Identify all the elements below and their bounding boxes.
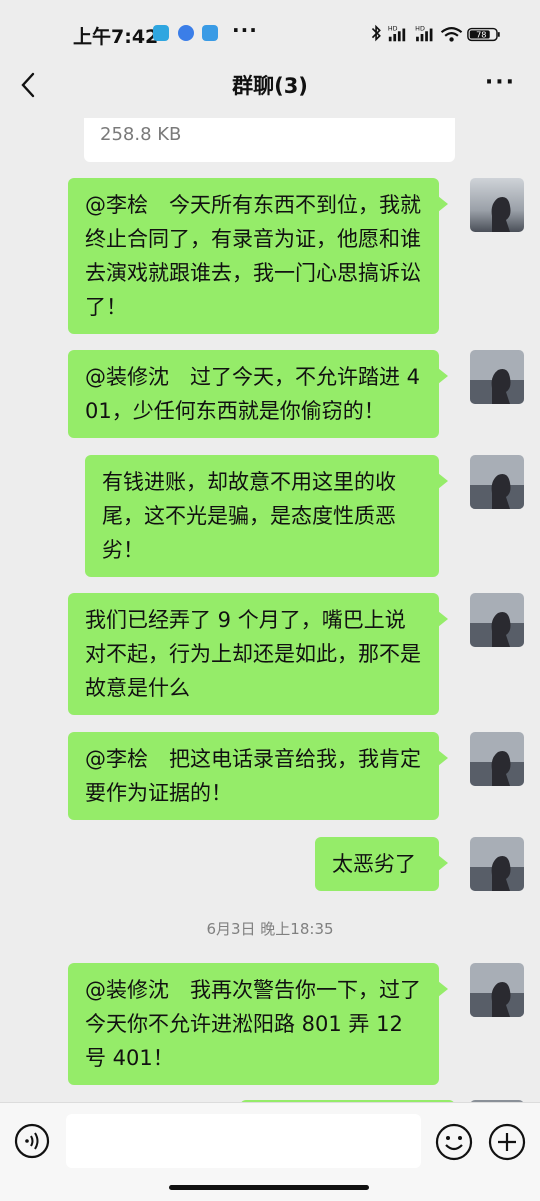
message-bubble[interactable]: @李桧 把这电话录音给我，我肯定要作为证据的！ (68, 732, 448, 820)
notification-photo-icon (202, 25, 218, 41)
message-bubble[interactable]: 太恶劣了 (315, 837, 448, 891)
signal-icon-2: HD (415, 25, 433, 42)
wifi-icon (440, 27, 463, 42)
bluetooth-icon (371, 24, 381, 42)
chat-timestamp: 6月3日 晚上18:35 (206, 920, 334, 938)
status-icons: HD HD 78 (371, 24, 500, 42)
avatar[interactable] (470, 732, 524, 786)
notification-settings-icon (178, 25, 194, 41)
status-bar: 上午7:42 ··· HD HD 78 (0, 0, 540, 66)
avatar[interactable] (470, 350, 524, 404)
message-bubble[interactable]: 我们已经弄了 9 个月了，嘴巴上说对不起，行为上却还是如此，那不是故意是什么 (68, 593, 448, 715)
home-indicator (169, 1185, 369, 1190)
battery-icon: 78 (467, 27, 500, 42)
message-bubble[interactable]: @装修沈 我再次警告你一下，过了今天你不允许进淞阳路 801 弄 12 号 40… (68, 963, 448, 1085)
file-size: 258.8 KB (100, 124, 182, 145)
avatar[interactable] (470, 963, 524, 1017)
voice-input-icon[interactable] (14, 1123, 50, 1159)
message-list[interactable]: 258.8 KB @李桧 今天所有东西不到位，我就终止合同了，有录音为证，他愿和… (0, 118, 540, 1102)
message-bubble[interactable]: 有钱进账，却故意不用这里的收尾，这不光是骗，是态度性质恶劣！ (85, 455, 448, 577)
plus-icon[interactable] (488, 1123, 526, 1161)
svg-text:HD: HD (388, 25, 398, 32)
emoji-icon[interactable] (435, 1123, 473, 1161)
svg-text:HD: HD (415, 25, 425, 32)
chat-header: 群聊(3) ··· (0, 60, 540, 112)
avatar[interactable] (470, 837, 524, 891)
signal-icon-1: HD (388, 25, 406, 42)
notification-app-icon (153, 25, 169, 41)
more-options-icon[interactable]: ··· (485, 70, 516, 95)
avatar[interactable] (470, 455, 524, 509)
message-input[interactable] (66, 1114, 421, 1168)
avatar[interactable] (470, 593, 524, 647)
message-bubble[interactable]: @装修沈 过了今天，不允许踏进 401，少任何东西就是你偷窃的！ (68, 350, 448, 438)
battery-level: 78 (476, 30, 486, 40)
status-time: 上午7:42 (73, 26, 159, 48)
chat-title: 群聊(3) (232, 74, 308, 98)
file-message-card[interactable]: 258.8 KB (84, 118, 455, 162)
avatar[interactable] (470, 178, 524, 232)
message-bubble[interactable]: @李桧 今天所有东西不到位，我就终止合同了，有录音为证，他愿和谁去演戏就跟谁去，… (68, 178, 448, 334)
notification-more-icon: ··· (232, 18, 258, 42)
